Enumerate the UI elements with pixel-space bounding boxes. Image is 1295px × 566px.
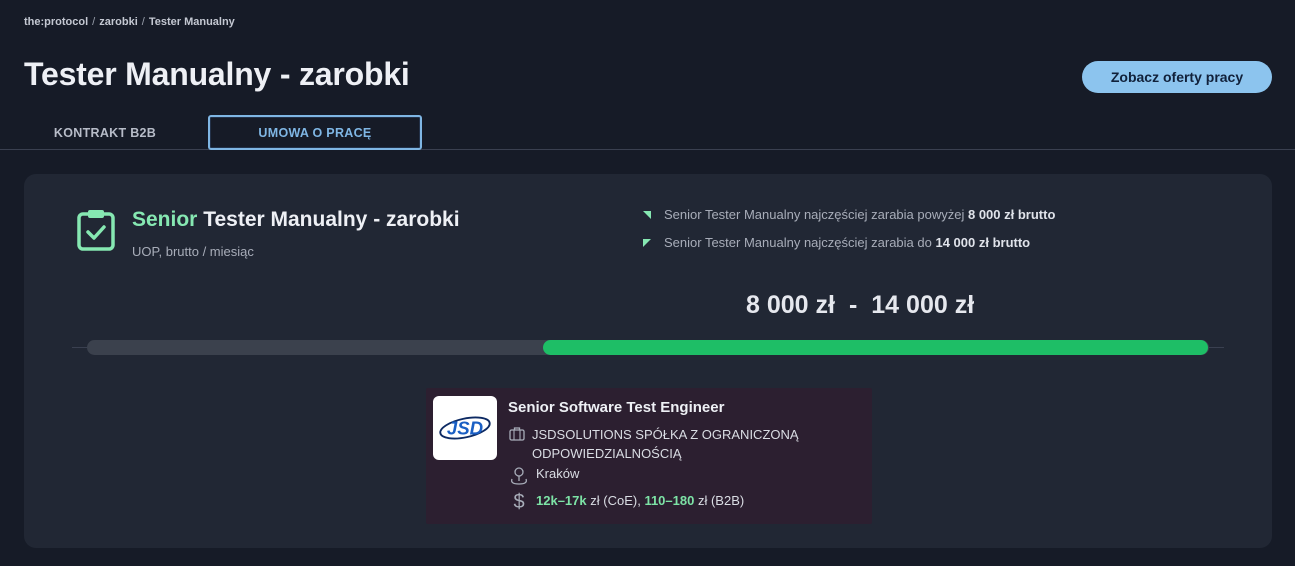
jsd-logo-icon: JSD [439,416,491,440]
map-pin-icon [511,467,527,485]
dollar-icon: $ [513,491,524,512]
salary-range-low: 8 000 zł [746,291,835,319]
job-offer-location: Kraków [508,466,579,486]
card-title: Senior Tester Manualny - zarobki [132,208,460,232]
stat-value: 8 000 zł brutto [967,207,1056,222]
company-logo: JSD [433,396,497,460]
salary-card: Senior Tester Manualny - zarobki UOP, br… [24,174,1272,548]
seniority-level: Senior [132,208,198,231]
city: Kraków [536,466,580,481]
salary-range: 8 000 zł - 14 000 zł [746,291,974,320]
salary-stat-max: Senior Tester Manualny najczęściej zarab… [640,235,1030,250]
job-offer-salary: $ 12k–17k zł (CoE), 110–180 zł (B2B) [508,491,745,512]
salary-range-dash: - [848,291,858,319]
salary-stat-min: Senior Tester Manualny najczęściej zarab… [640,207,1055,222]
salary-range-high: 14 000 zł [871,291,975,319]
company-name: JSDSOLUTIONS SPÓŁKA Z OGRANICZONĄ ODPOWI… [532,427,799,461]
breadcrumb-separator: / [92,16,96,28]
breadcrumb-current: Tester Manualny [148,16,235,28]
breadcrumb: the:protocol / zarobki / Tester Manualny [24,16,235,28]
svg-text:JSD: JSD [447,418,483,439]
job-offer-card[interactable]: JSD Senior Software Test Engineer JSDSOL… [426,388,872,524]
breadcrumb-section-link[interactable]: zarobki [99,16,138,28]
svg-text:$: $ [513,491,524,512]
view-job-offers-button[interactable]: Zobacz oferty pracy [1082,61,1272,93]
stat-value: 14 000 zł brutto [935,235,1031,250]
breadcrumb-separator: / [141,16,145,28]
briefcase-icon [509,427,525,441]
arrow-up-corner-icon [643,210,651,219]
card-title-text: Tester Manualny - zarobki [203,208,460,231]
clipboard-check-icon [77,210,115,251]
stat-text: Senior Tester Manualny najczęściej zarab… [664,207,965,222]
job-offer-title[interactable]: Senior Software Test Engineer [508,399,724,416]
range-bar-fill [542,340,1208,355]
salary-coe-unit: zł (CoE), [590,493,641,508]
stat-text: Senior Tester Manualny najczęściej zarab… [664,235,932,250]
job-offer-company: JSDSOLUTIONS SPÓŁKA Z OGRANICZONĄ ODPOWI… [508,425,838,463]
card-subtitle: UOP, brutto / miesiąc [132,244,254,259]
tab-b2b-contract[interactable]: KONTRAKT B2B [36,116,174,149]
range-bar-track [87,340,1209,355]
breadcrumb-root-link[interactable]: the:protocol [24,16,88,28]
salary-b2b-unit: zł (B2B) [697,493,745,508]
salary-coe-value: 12k–17k [536,493,587,508]
page-title: Tester Manualny - zarobki [24,56,410,92]
salary-b2b-value: 110–180 [644,493,695,508]
tab-employment-contract[interactable]: UMOWA O PRACĘ [208,115,422,150]
contract-tabs: KONTRAKT B2B UMOWA O PRACĘ [0,114,1295,150]
arrow-down-corner-icon [643,238,651,247]
